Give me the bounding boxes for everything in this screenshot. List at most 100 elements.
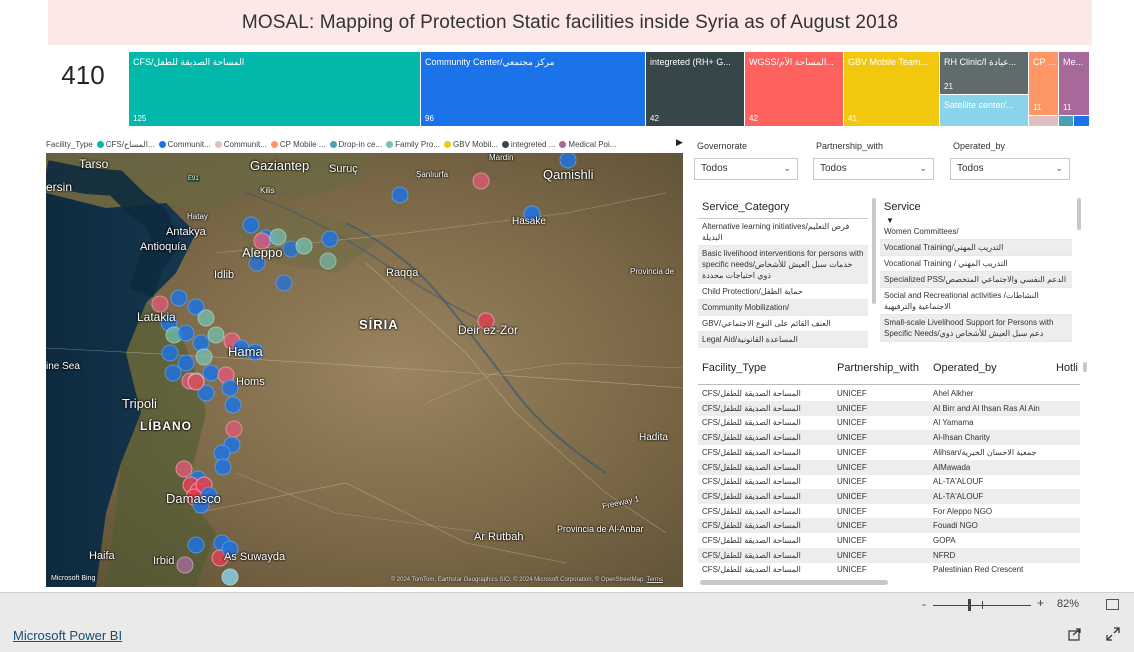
- scrollbar[interactable]: [700, 580, 888, 585]
- share-icon[interactable]: [1068, 627, 1082, 641]
- table-row[interactable]: CFS/المساحة الصديقة للطفل UNICEF Palestini…: [698, 562, 1080, 577]
- treemap-tile[interactable]: [1074, 116, 1089, 126]
- list-item[interactable]: Basic livelihood interventions for perso…: [698, 246, 868, 284]
- legend-item[interactable]: Medical Poi...: [559, 140, 616, 149]
- zoom-slider-tick: [982, 601, 983, 609]
- treemap-tile-label: Satellite center/...: [944, 100, 1014, 110]
- partnership-dropdown[interactable]: Todos ⌄: [813, 158, 934, 180]
- table-cell: CFS/المساحة الصديقة للطفل: [702, 462, 801, 472]
- list-item[interactable]: Legal Aid/المساعدة القانونية: [698, 332, 868, 348]
- map-place-label: Gaziantep: [250, 158, 310, 173]
- list-item[interactable]: GBV/العنف القائم على النوع الاجتماعي: [698, 316, 868, 332]
- scrollbar[interactable]: [1077, 198, 1081, 230]
- table-row[interactable]: CFS/المساحة الصديقة للطفل UNICEF Fouadi NG…: [698, 518, 1080, 534]
- facility-count-card[interactable]: 410: [52, 60, 114, 100]
- table-row[interactable]: CFS/المساحة الصديقة للطفل UNICEF Ahel Alkh…: [698, 386, 1080, 401]
- column-header[interactable]: Hotli: [1056, 362, 1078, 374]
- table-cell: UNICEF: [837, 418, 867, 428]
- treemap-tile-value: 125: [133, 114, 147, 123]
- map-attribution-text: © 2024 TomTom, Earthstar Geographics SIO…: [390, 577, 644, 583]
- zoom-in-button[interactable]: +: [1037, 596, 1044, 610]
- table-row[interactable]: CFS/المساحة الصديقة للطفل UNICEF Al Yamama: [698, 415, 1080, 430]
- treemap-tile[interactable]: CP ... 11: [1029, 52, 1058, 115]
- list-item[interactable]: Child Protection/حماية الطفل: [698, 284, 868, 300]
- list-item[interactable]: Social and Recreational activities /النش…: [880, 288, 1072, 315]
- table-cell: For Aleppo NGO: [933, 506, 993, 516]
- treemap-tile[interactable]: integreted (RH+ G... 42: [646, 52, 744, 126]
- zoom-out-button[interactable]: -: [922, 597, 926, 611]
- table-cell: CFS/المساحة الصديقة للطفل: [702, 389, 801, 398]
- fullscreen-icon[interactable]: [1106, 627, 1120, 641]
- treemap-tile[interactable]: [1029, 116, 1058, 126]
- column-header[interactable]: Partnership_with: [837, 362, 919, 374]
- service-slicer[interactable]: Service ▼ Women Committees/ Vocational T…: [880, 198, 1082, 350]
- list-item[interactable]: Small-scale Livelihood Support for Perso…: [880, 315, 1072, 342]
- list-item[interactable]: Women Committees/: [880, 224, 1072, 240]
- table-row[interactable]: CFS/المساحة الصديقة للطفل UNICEF GOPA: [698, 533, 1080, 548]
- table-cell: UNICEF: [837, 491, 867, 501]
- legend-item[interactable]: Drop-in ce...: [329, 140, 382, 149]
- chevron-down-icon: ⌄: [1055, 163, 1063, 173]
- report-canvas: MOSAL: Mapping of Protection Static faci…: [0, 0, 1134, 592]
- treemap-tile[interactable]: WGSS/المساحة الآم... 42: [745, 52, 843, 126]
- table-row[interactable]: CFS/المساحة الصديقة للطفل UNICEF AL-TA'ALO…: [698, 474, 1080, 489]
- table-row[interactable]: CFS/المساحة الصديقة للطفل UNICEF For Alepp…: [698, 504, 1080, 519]
- treemap-tile-label: Me...: [1063, 57, 1084, 67]
- zoom-slider-thumb[interactable]: [968, 599, 971, 611]
- list-item[interactable]: Vocational Training / التدريب المهني: [880, 256, 1072, 272]
- slicer-title-governorate: Governorate: [697, 141, 748, 151]
- table-cell: CFS/المساحة الصديقة للطفل: [702, 521, 801, 531]
- table-row[interactable]: CFS/المساحة الصديقة للطفل UNICEF AlMawada: [698, 459, 1080, 475]
- list-item[interactable]: Specialized PSS/الدعم النفسي والاجتماعي …: [880, 272, 1072, 288]
- map-place-label: E91: [187, 176, 200, 182]
- map-terms-link[interactable]: Terms: [647, 577, 663, 583]
- scrollbar[interactable]: [872, 198, 876, 304]
- legend-dot: [158, 140, 166, 148]
- column-header[interactable]: Facility_Type: [702, 362, 766, 374]
- legend-item[interactable]: CFS/المساح...: [96, 140, 155, 149]
- map-place-label: Suruç: [329, 163, 358, 175]
- table-row[interactable]: CFS/المساحة الصديقة للطفل UNICEF NFRD: [698, 547, 1080, 563]
- legend-item[interactable]: CP Mobile ...: [270, 140, 326, 149]
- treemap-tile[interactable]: [1059, 116, 1073, 126]
- slicer-title-operated-by: Operated_by: [953, 141, 1006, 151]
- map-attribution: © 2024 TomTom, Earthstar Geographics SIO…: [391, 577, 663, 583]
- legend-item[interactable]: Family Pro...: [386, 140, 440, 149]
- next-arrow-icon[interactable]: ▶: [676, 137, 683, 148]
- treemap-tile-label: Community Center/مركز مجتمعي: [425, 57, 555, 67]
- legend-item[interactable]: Communit...: [214, 140, 267, 149]
- power-bi-link[interactable]: Microsoft Power BI: [13, 628, 122, 643]
- table-row[interactable]: CFS/المساحة الصديقة للطفل UNICEF Al Birr a…: [698, 400, 1080, 416]
- list-item[interactable]: Alternative learning initiatives/فرص الت…: [698, 219, 868, 246]
- table-row[interactable]: CFS/المساحة الصديقة للطفل UNICEF Al-Ihsan …: [698, 430, 1080, 446]
- legend-item-label: Communit...: [167, 139, 211, 149]
- treemap-tile[interactable]: GBV Mobile Team... 41: [844, 52, 939, 126]
- table-cell: CFS/المساحة الصديقة للطفل: [702, 403, 801, 413]
- facilities-map[interactable]: Tarso Gaziantep Suruç Mardin Qamishli er…: [46, 153, 683, 587]
- treemap-tile[interactable]: Community Center/مركز مجتمعي 96: [421, 52, 645, 126]
- treemap-tile[interactable]: Me... 11: [1059, 52, 1089, 115]
- table-row[interactable]: CFS/المساحة الصديقة للطفل UNICEF Alihsan/ج…: [698, 445, 1080, 460]
- fit-to-page-icon[interactable]: [1106, 599, 1119, 610]
- map-place-label: Mardin: [489, 153, 514, 162]
- scrollbar[interactable]: [1083, 362, 1087, 372]
- treemap-tile[interactable]: RH Clinic/عيادة ا... 21: [940, 52, 1028, 94]
- list-item[interactable]: Community Mobilization/: [698, 300, 868, 316]
- table-cell: CFS/المساحة الصديقة للطفل: [702, 418, 801, 428]
- facilities-table[interactable]: Facility_Type Partnership_with Operated_…: [698, 358, 1084, 586]
- report-title: MOSAL: Mapping of Protection Static faci…: [241, 11, 899, 33]
- governorate-dropdown[interactable]: Todos ⌄: [694, 158, 798, 180]
- table-row[interactable]: CFS/المساحة الصديقة للطفل UNICEF AL-TA'ALO…: [698, 488, 1080, 504]
- table-cell: UNICEF: [837, 477, 867, 487]
- legend-item[interactable]: GBV Mobil...: [444, 140, 498, 149]
- operated-by-dropdown[interactable]: Todos ⌄: [950, 158, 1070, 180]
- list-item[interactable]: Vocational Training/التدريب المهني: [880, 240, 1072, 256]
- column-header[interactable]: Operated_by: [933, 362, 997, 374]
- treemap-tile[interactable]: Satellite center/...: [940, 95, 1028, 126]
- legend-item[interactable]: integreted ...: [501, 140, 555, 149]
- service-category-slicer[interactable]: Service_Category Alternative learning in…: [698, 198, 878, 350]
- treemap-tile[interactable]: CFS/المساحة الصديقة للطفل 125: [129, 52, 420, 126]
- facility-type-treemap[interactable]: CFS/المساحة الصديقة للطفل 125 Community …: [129, 52, 1089, 126]
- legend-item[interactable]: Communit...: [158, 139, 211, 149]
- treemap-tile-value: 11: [1063, 103, 1072, 112]
